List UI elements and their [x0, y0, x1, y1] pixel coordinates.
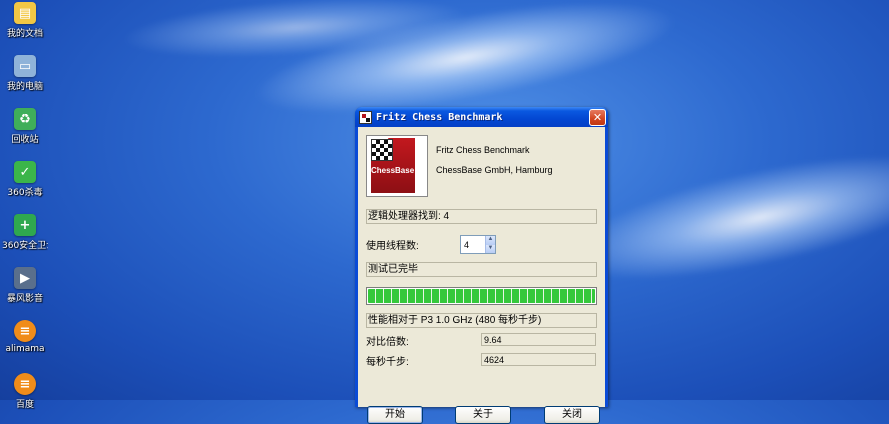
- benchmark-window: Fritz Chess Benchmark ✕ ChessBase Fritz …: [355, 107, 608, 424]
- about-button[interactable]: 关于: [455, 406, 511, 424]
- desktop-icon-my-documents[interactable]: ▤ 我的文档: [2, 2, 48, 39]
- shield-plus-icon: +: [14, 214, 36, 236]
- spinner-buttons: ▲ ▼: [485, 236, 495, 253]
- status-field: 测试已完毕: [366, 262, 597, 277]
- desktop: ▤ 我的文档 ▭ 我的电脑 ♻ 回收站 ✓ 360杀毒 + 360安全卫士 ▶ …: [0, 0, 889, 424]
- chessbase-logo: ChessBase: [366, 135, 428, 197]
- processors-found-field: 逻辑处理器找到: 4: [366, 209, 597, 224]
- player-icon: ▶: [14, 267, 36, 289]
- window-title: Fritz Chess Benchmark: [376, 111, 503, 123]
- desktop-icon-my-computer[interactable]: ▭ 我的电脑: [2, 55, 48, 92]
- desktop-icon-label: alimama: [5, 344, 45, 354]
- desktop-icon-label: 我的电脑: [6, 82, 43, 92]
- ratio-row: 对比倍数: 9.64: [366, 333, 597, 348]
- desktop-icon-alimama[interactable]: ≡ alimama: [2, 320, 48, 354]
- company-name: ChessBase GmbH, Hamburg: [436, 165, 553, 175]
- desktop-icon-label: 百度: [15, 400, 34, 410]
- threads-spinner[interactable]: 4 ▲ ▼: [460, 235, 496, 254]
- chat-icon: ≡: [14, 373, 36, 395]
- close-button[interactable]: 关闭: [544, 406, 600, 424]
- shield-icon: ✓: [14, 161, 36, 183]
- spinner-up-button[interactable]: ▲: [485, 236, 495, 245]
- desktop-icon-baidu[interactable]: ≡ 百度: [2, 373, 48, 410]
- chess-app-icon: [359, 110, 372, 124]
- desktop-icon-label: 回收站: [11, 135, 39, 145]
- recycle-bin-icon: ♻: [14, 108, 36, 130]
- desktop-icon-player[interactable]: ▶ 暴风影音: [2, 267, 48, 304]
- desktop-icon-360-safe[interactable]: + 360安全卫士: [2, 214, 48, 251]
- progress-fill: [368, 289, 595, 303]
- kps-row: 每秒千步: 4624: [366, 353, 597, 368]
- benchmark-progress-bar: [366, 287, 597, 305]
- chat-icon: ≡: [14, 320, 36, 342]
- kps-value: 4624: [481, 353, 596, 366]
- product-name: Fritz Chess Benchmark: [436, 145, 530, 155]
- window-titlebar[interactable]: Fritz Chess Benchmark ✕: [355, 107, 608, 127]
- close-icon: ✕: [592, 111, 603, 124]
- threads-row: 使用线程数: 4 ▲ ▼: [366, 235, 597, 254]
- desktop-icon-label: 360杀毒: [7, 188, 43, 198]
- desktop-icon-label: 我的文档: [6, 29, 43, 39]
- kps-label: 每秒千步:: [366, 357, 409, 368]
- window-client-area: ChessBase Fritz Chess Benchmark ChessBas…: [358, 127, 605, 424]
- ratio-label: 对比倍数:: [366, 337, 409, 348]
- threads-label: 使用线程数:: [366, 241, 419, 252]
- desktop-icon-label: 暴风影音: [6, 294, 43, 304]
- start-button[interactable]: 开始: [367, 406, 423, 424]
- close-window-button[interactable]: ✕: [589, 109, 606, 126]
- desktop-icon-label: 360安全卫士: [2, 241, 48, 251]
- spinner-down-button[interactable]: ▼: [485, 244, 495, 253]
- computer-icon: ▭: [14, 55, 36, 77]
- desktop-icon-360-antivirus[interactable]: ✓ 360杀毒: [2, 161, 48, 198]
- threads-value[interactable]: 4: [461, 240, 485, 250]
- desktop-icon-recycle-bin[interactable]: ♻ 回收站: [2, 108, 48, 145]
- chessboard-icon: [371, 139, 393, 161]
- folder-icon: ▤: [14, 2, 36, 24]
- ratio-value: 9.64: [481, 333, 596, 346]
- relative-performance-field: 性能相对于 P3 1.0 GHz (480 每秒千步): [366, 313, 597, 328]
- logo-text: ChessBase: [371, 166, 415, 175]
